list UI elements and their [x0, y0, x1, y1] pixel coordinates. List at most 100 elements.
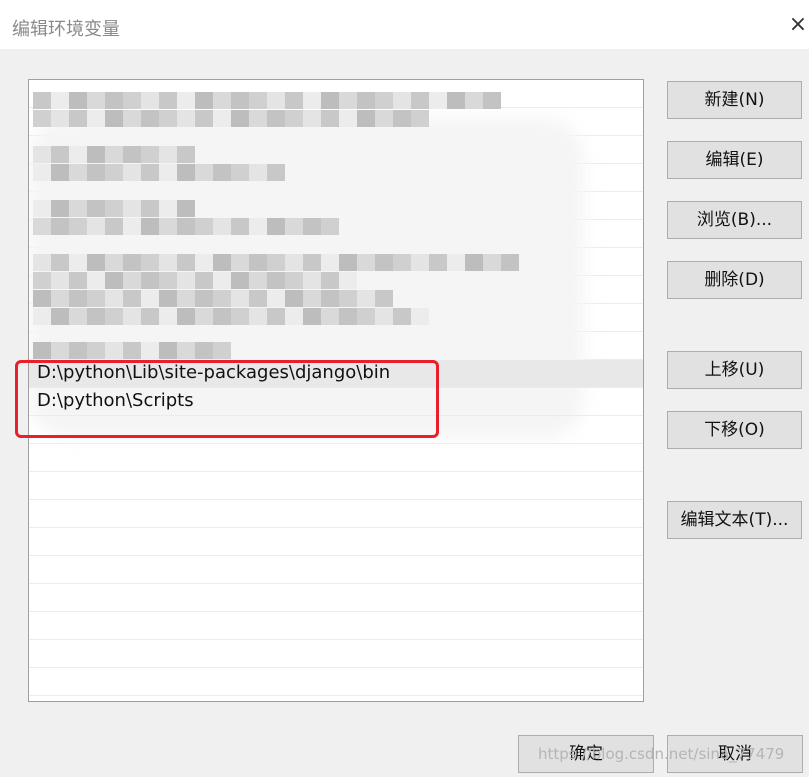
redaction-pixel [267, 308, 285, 325]
redaction-pixel [123, 272, 141, 289]
redaction-pixel [105, 342, 123, 359]
new-button[interactable]: 新建(N) [667, 81, 802, 119]
redaction-pixel [195, 290, 213, 307]
dialog-title: 编辑环境变量 [12, 19, 120, 40]
redaction-pixel [393, 92, 411, 109]
redaction-pixel [285, 290, 303, 307]
list-item-empty [29, 696, 643, 701]
redaction-pixel [51, 308, 69, 325]
redaction-pixel [141, 110, 159, 127]
redaction-pixel [51, 110, 69, 127]
delete-button[interactable]: 删除(D) [667, 261, 802, 299]
redaction-pixel [303, 218, 321, 235]
redaction-pixel [141, 308, 159, 325]
redaction-pixel [123, 218, 141, 235]
list-item-empty [29, 472, 643, 500]
redaction-pixel [267, 218, 285, 235]
redaction-pixel [177, 254, 195, 271]
redaction-pixel [393, 254, 411, 271]
redaction-pixel [123, 342, 141, 359]
edit-button[interactable]: 编辑(E) [667, 141, 802, 179]
move-up-button[interactable]: 上移(U) [667, 351, 802, 389]
redaction-pixel [357, 290, 375, 307]
redaction-pixel [105, 290, 123, 307]
redaction-pixel [69, 342, 87, 359]
redaction-pixel [159, 308, 177, 325]
redaction-pixel [213, 164, 231, 181]
redaction-pixel [177, 272, 195, 289]
redaction-pixel [231, 164, 249, 181]
redaction-pixel [339, 272, 357, 289]
redaction-pixel [465, 92, 483, 109]
list-item-empty [29, 556, 643, 584]
redaction-pixel [87, 110, 105, 127]
title-bar: 编辑环境变量 × [0, 0, 809, 49]
redaction-pixel [213, 290, 231, 307]
redaction-pixel [33, 254, 51, 271]
redaction-pixel [51, 290, 69, 307]
redaction-pixel [105, 200, 123, 217]
redaction-pixel [249, 110, 267, 127]
redaction-pixel [285, 308, 303, 325]
redaction-pixel [357, 92, 375, 109]
redaction-pixel [213, 272, 231, 289]
redaction-pixel [195, 272, 213, 289]
redaction-pixel [141, 146, 159, 163]
redaction-pixel [267, 110, 285, 127]
redaction-pixel [105, 110, 123, 127]
redaction-pixel [177, 110, 195, 127]
redaction-pixel [69, 254, 87, 271]
redaction-pixel [69, 164, 87, 181]
redaction-pixel [87, 308, 105, 325]
redaction-pixel [375, 254, 393, 271]
redaction-pixel [141, 254, 159, 271]
redaction-pixel [195, 342, 213, 359]
redaction-pixel [33, 290, 51, 307]
move-down-button[interactable]: 下移(O) [667, 411, 802, 449]
redaction-pixel [483, 254, 501, 271]
redaction-pixel [87, 218, 105, 235]
redaction-pixel [87, 164, 105, 181]
redaction-pixel [303, 308, 321, 325]
redaction-pixel [123, 164, 141, 181]
redaction-pixel [213, 92, 231, 109]
redaction-pixel [357, 110, 375, 127]
redaction-pixel [339, 290, 357, 307]
redaction-pixel [177, 146, 195, 163]
redaction-pixel [375, 308, 393, 325]
redaction-pixel [87, 254, 105, 271]
redaction-pixel [321, 308, 339, 325]
redaction-pixel [483, 92, 501, 109]
redaction-pixel [339, 110, 357, 127]
redaction-pixel [123, 110, 141, 127]
list-item-empty [29, 500, 643, 528]
redaction-pixel [87, 290, 105, 307]
redaction-pixel [123, 146, 141, 163]
browse-button[interactable]: 浏览(B)... [667, 201, 802, 239]
redaction-pixel [123, 200, 141, 217]
redaction-pixel [141, 218, 159, 235]
redaction-pixel [501, 254, 519, 271]
list-item-empty [29, 444, 643, 472]
redaction-pixel [231, 218, 249, 235]
redaction-pixel [177, 200, 195, 217]
redaction-pixel [411, 308, 429, 325]
redaction-pixel [33, 92, 51, 109]
close-icon[interactable]: × [787, 12, 809, 38]
redaction-pixel [33, 164, 51, 181]
edit-text-button[interactable]: 编辑文本(T)... [667, 501, 802, 539]
redaction-pixel [267, 254, 285, 271]
redaction-pixel [51, 254, 69, 271]
redaction-pixel [33, 110, 51, 127]
redaction-pixel [375, 290, 393, 307]
redaction-pixel [267, 290, 285, 307]
redaction-pixel [429, 254, 447, 271]
redaction-pixel [87, 200, 105, 217]
redaction-pixel [231, 92, 249, 109]
redaction-pixel [177, 290, 195, 307]
redaction-pixel [51, 342, 69, 359]
redaction-pixel [321, 254, 339, 271]
redaction-pixel [285, 92, 303, 109]
redaction-pixel [213, 218, 231, 235]
redaction-pixel [69, 272, 87, 289]
